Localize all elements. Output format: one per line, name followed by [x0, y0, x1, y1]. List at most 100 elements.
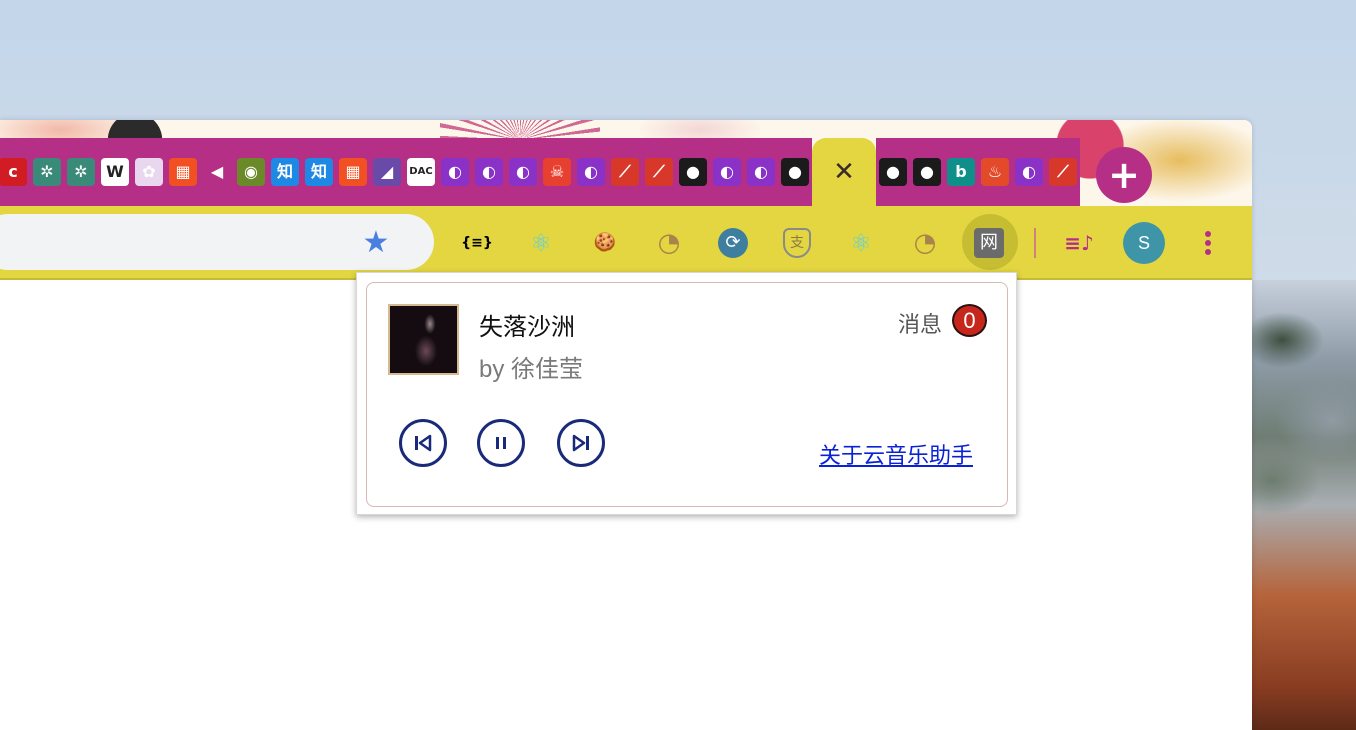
wikipedia-icon: W [101, 158, 129, 186]
purple-swirl-icon: ◐ [713, 158, 741, 186]
tab-strip: c ✲ ✲ W ✿ ▦ ◀ ◉ 知知 ▦ ◢ DAC ◐ ◐ ◐ ☠ ◐ ⟋ ⟋ ● ◐ ◐ ● ✕ ● ● b ♨ ◐ ⟋ + [0, 120, 1252, 206]
bookmark-star-icon[interactable]: ★ [360, 227, 392, 259]
browser-tab[interactable]: ◀ [200, 138, 234, 206]
test-tube-icon: ⟋ [1049, 158, 1077, 186]
netease-music-extension-icon[interactable]: 网 [974, 228, 1004, 258]
browser-tab[interactable]: ● [910, 138, 944, 206]
pause-button[interactable] [477, 419, 525, 467]
browser-tab[interactable]: ◢ [370, 138, 404, 206]
test-tube-icon: ⟋ [645, 158, 673, 186]
messages-count-badge[interactable]: 0 [952, 304, 987, 337]
browser-tab[interactable]: ● [876, 138, 910, 206]
previous-track-button[interactable] [399, 419, 447, 467]
browser-tab[interactable]: ☠ [540, 138, 574, 206]
react-extension-icon[interactable]: ⚛ [842, 224, 880, 262]
next-track-button[interactable] [557, 419, 605, 467]
unicorn-icon: ✿ [135, 158, 163, 186]
browser-tab[interactable]: ◐ [438, 138, 472, 206]
messages-label: 消息 [898, 312, 943, 337]
active-tab[interactable]: ✕ [812, 138, 876, 206]
github-icon: ● [913, 158, 941, 186]
github-icon: ● [679, 158, 707, 186]
green-gear-icon: ✲ [67, 158, 95, 186]
burger-icon: ◉ [237, 158, 265, 186]
menu-dot [1205, 231, 1211, 238]
album-cover [388, 304, 459, 375]
menu-dot [1205, 239, 1211, 246]
song-artist: by 徐佳莹 [479, 356, 584, 383]
browser-tab[interactable]: W [98, 138, 132, 206]
about-music-helper-link[interactable]: 关于云音乐助手 [819, 438, 973, 470]
cookie-extension-icon-2[interactable]: ◔ [906, 224, 944, 262]
browser-tab[interactable]: ✲ [30, 138, 64, 206]
purple-swirl-icon: ◐ [1015, 158, 1043, 186]
bing-icon: b [947, 158, 975, 186]
browser-tab[interactable]: ◐ [710, 138, 744, 206]
address-bar[interactable]: ★ [0, 214, 434, 270]
browser-tab[interactable]: ✲ [64, 138, 98, 206]
tabs-bar: c ✲ ✲ W ✿ ▦ ◀ ◉ 知知 ▦ ◢ DAC ◐ ◐ ◐ ☠ ◐ ⟋ ⟋ ● ◐ ◐ ● ✕ ● ● b ♨ ◐ ⟋ [0, 138, 1252, 206]
browser-menu-button[interactable] [1196, 224, 1220, 262]
browser-tab[interactable]: ◐ [506, 138, 540, 206]
pause-icon [496, 437, 506, 449]
purple-swirl-icon: ◐ [747, 158, 775, 186]
song-title: 失落沙洲 [479, 314, 575, 341]
cookie-editor-extension-icon[interactable]: ◔ [650, 224, 688, 262]
c-red-icon: c [0, 158, 27, 186]
microsoft-icon: ▦ [339, 158, 367, 186]
speaker-icon: ◀ [203, 158, 231, 186]
skip-next-icon [572, 434, 589, 452]
browser-tab[interactable]: ● [676, 138, 710, 206]
skull-icon: ☠ [543, 158, 571, 186]
browser-tab[interactable]: ⟋ [642, 138, 676, 206]
browser-tab[interactable]: ◐ [574, 138, 608, 206]
browser-tab[interactable]: ✿ [132, 138, 166, 206]
browser-tab[interactable]: ♨ [978, 138, 1012, 206]
test-tube-icon: ⟋ [611, 158, 639, 186]
purple-swirl-icon: ◐ [475, 158, 503, 186]
dac-icon: DAC [407, 158, 435, 186]
browser-tab[interactable]: ⟋ [608, 138, 642, 206]
sync-extension-icon[interactable]: ⟳ [718, 228, 748, 258]
playlist-icon[interactable]: ≡♪ [1060, 224, 1098, 262]
theme-decoration [440, 120, 600, 140]
browser-tab[interactable]: b [944, 138, 978, 206]
microsoft-icon: ▦ [169, 158, 197, 186]
flame-icon: ♨ [981, 158, 1009, 186]
purple-swirl-icon: ◐ [577, 158, 605, 186]
menu-dot [1205, 248, 1211, 255]
browser-tab[interactable]: ◉ [234, 138, 268, 206]
toolbar: ★ {≡} ⚛ 🍪 ◔ ⟳ 支 ⚛ ◔ 网 ≡♪ S [0, 206, 1252, 280]
react-devtools-extension-icon[interactable]: ⚛ [522, 224, 560, 262]
skip-previous-icon [415, 434, 432, 452]
green-gear-icon: ✲ [33, 158, 61, 186]
browser-tab[interactable]: 知 [268, 138, 302, 206]
zhihu-icon: 知 [271, 158, 299, 186]
purple-swirl-icon: ◐ [441, 158, 469, 186]
desktop-wallpaper [1252, 280, 1356, 730]
json-viewer-extension-icon[interactable]: {≡} [458, 224, 496, 262]
profile-avatar[interactable]: S [1123, 222, 1165, 264]
browser-tab[interactable]: ◐ [472, 138, 506, 206]
new-tab-button[interactable]: + [1096, 147, 1152, 203]
music-helper-popup: 失落沙洲 by 徐佳莹 消息 0 关于云音乐助手 [356, 272, 1017, 515]
alipay-shield-extension-icon[interactable]: 支 [783, 228, 811, 258]
close-tab-icon[interactable]: ✕ [833, 157, 855, 187]
github-icon: ● [879, 158, 907, 186]
cookie-extension-icon[interactable]: 🍪 [586, 224, 624, 262]
browser-tab[interactable]: ● [778, 138, 812, 206]
browser-tab[interactable]: ▦ [166, 138, 200, 206]
visual-studio-icon: ◢ [373, 158, 401, 186]
purple-swirl-icon: ◐ [509, 158, 537, 186]
toolbar-separator [1034, 228, 1036, 258]
browser-tab[interactable]: c [0, 138, 30, 206]
browser-tab[interactable]: ▦ [336, 138, 370, 206]
browser-tab[interactable]: ◐ [744, 138, 778, 206]
browser-tab[interactable]: ◐ [1012, 138, 1046, 206]
zhihu-icon: 知 [305, 158, 333, 186]
browser-tab[interactable]: 知 [302, 138, 336, 206]
browser-tab[interactable]: ⟋ [1046, 138, 1080, 206]
browser-tab[interactable]: DAC [404, 138, 438, 206]
github-icon: ● [781, 158, 809, 186]
popup-card: 失落沙洲 by 徐佳莹 消息 0 关于云音乐助手 [366, 282, 1008, 507]
